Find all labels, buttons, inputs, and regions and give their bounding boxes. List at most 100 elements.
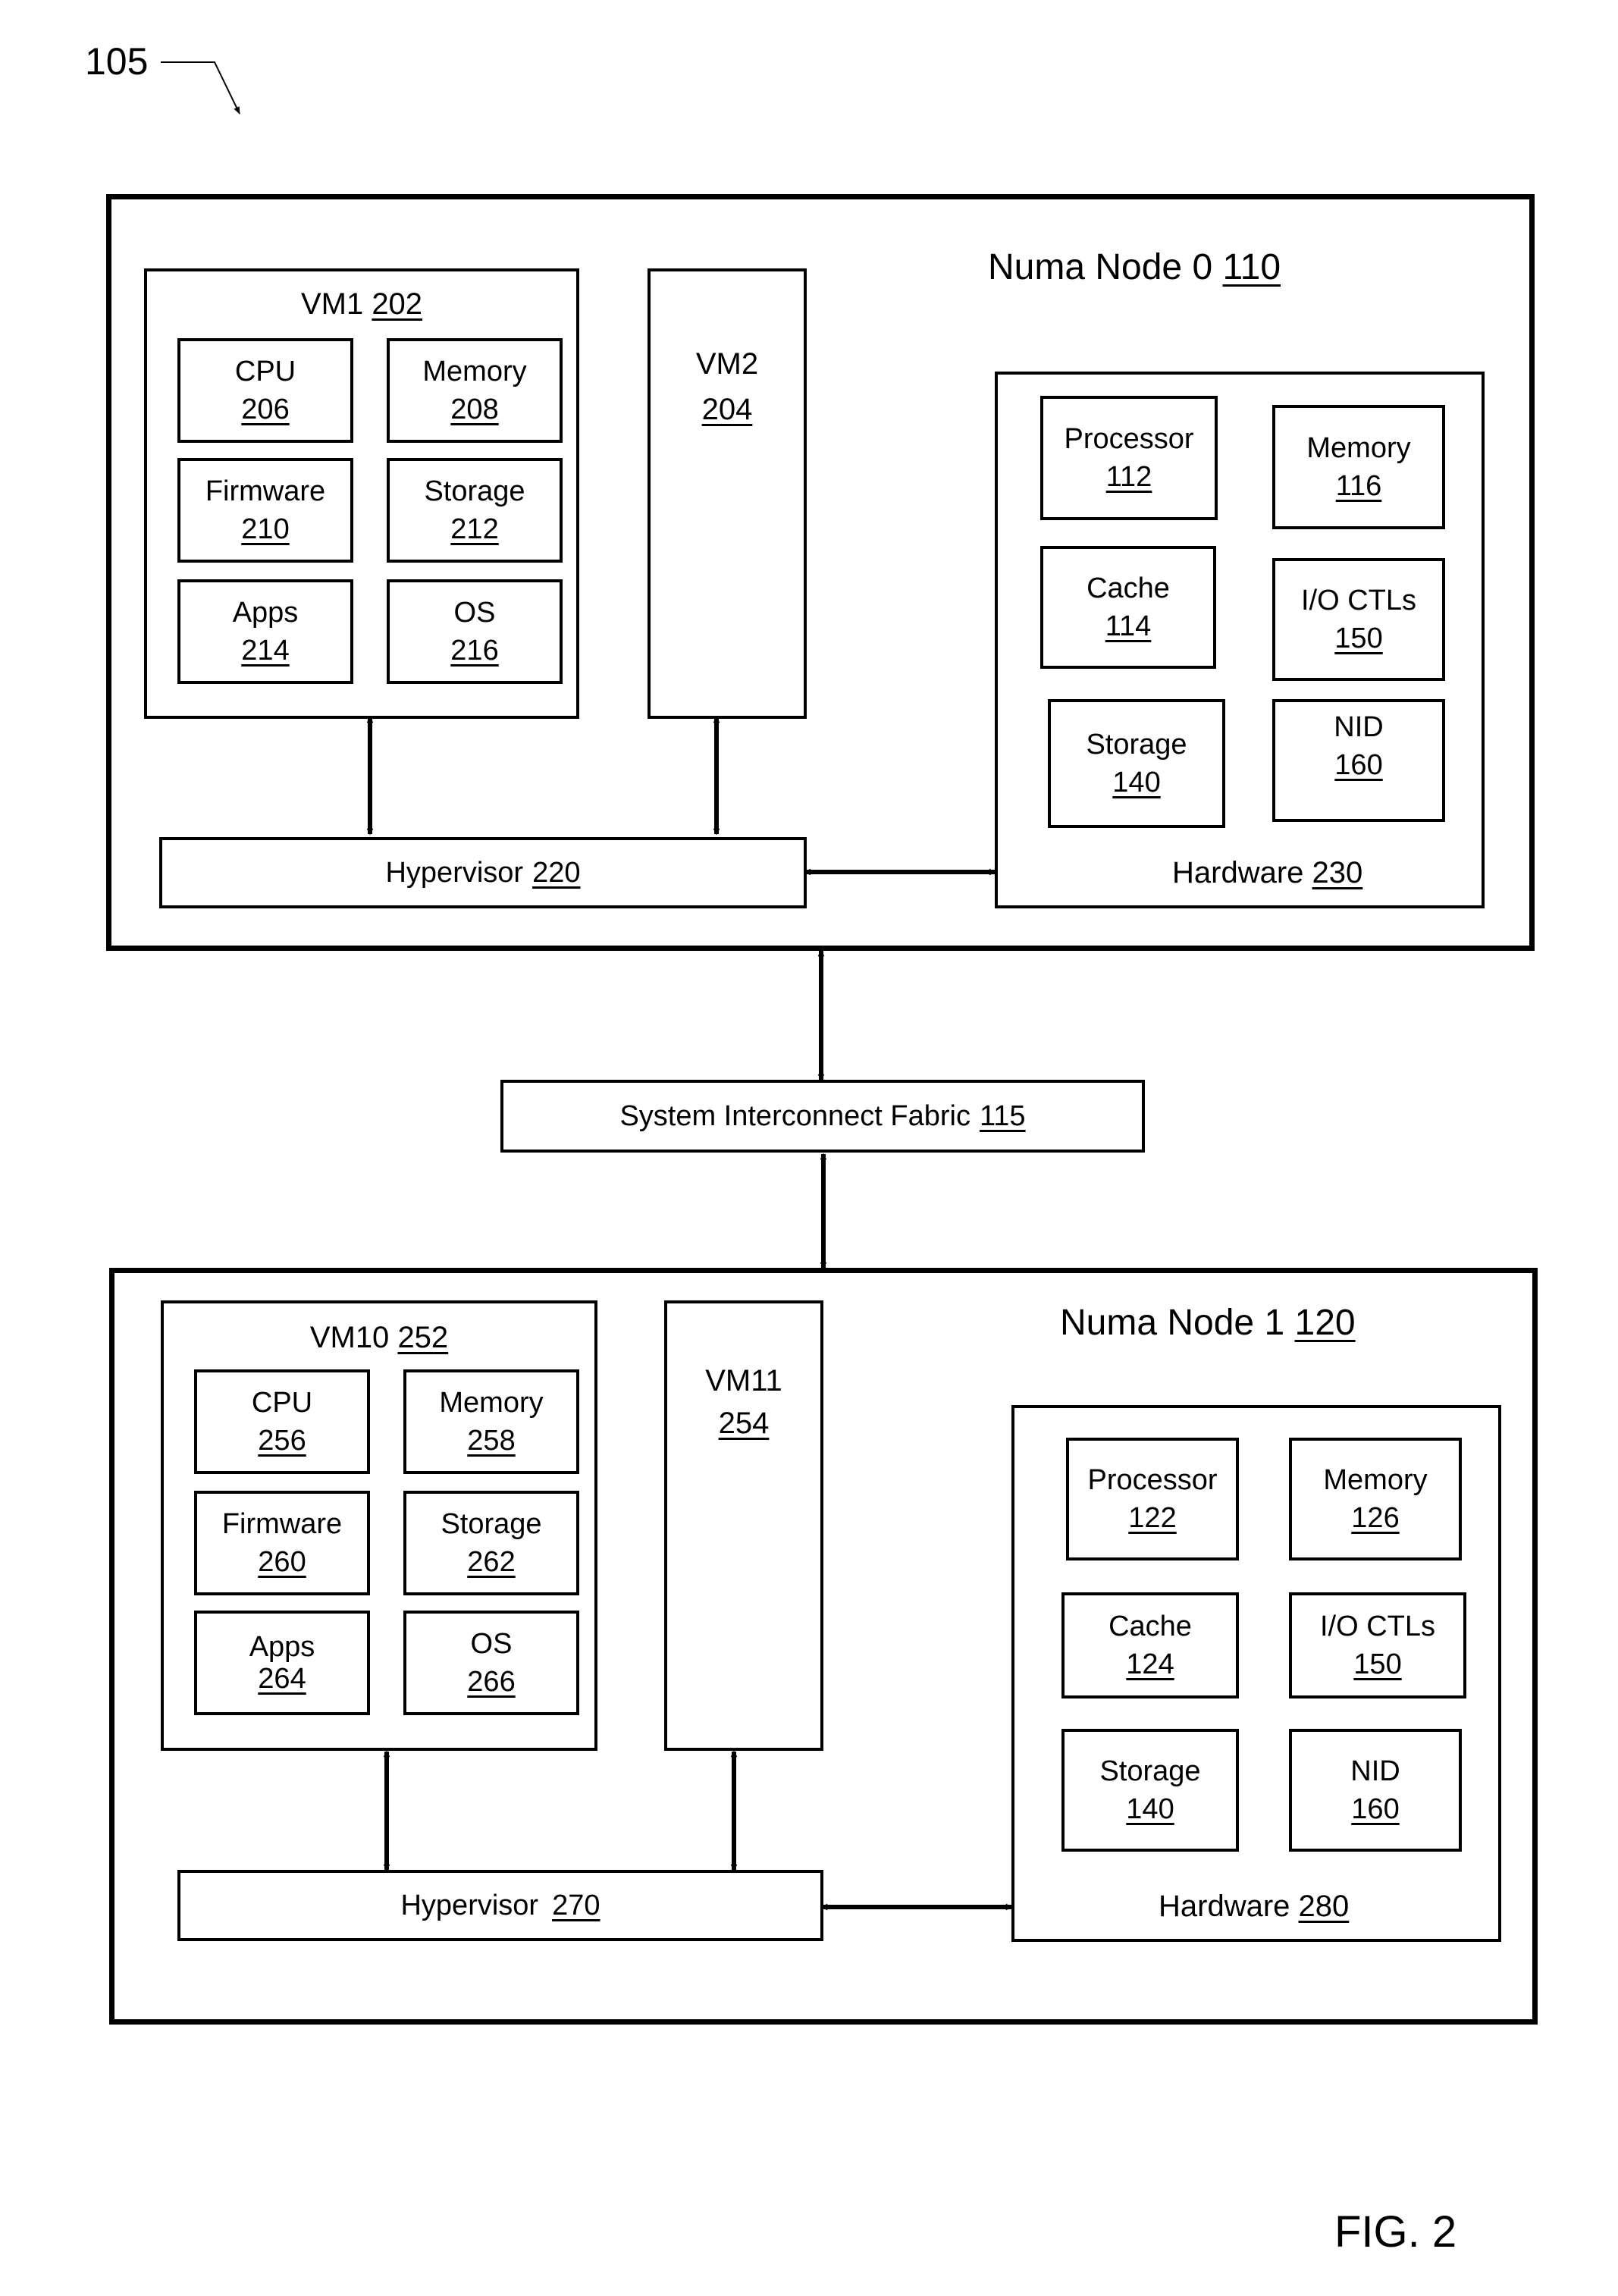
component-ref: 266: [467, 1666, 516, 1698]
component-name: Firmware: [221, 1508, 343, 1540]
hw1-nid: NID 160: [1289, 1729, 1462, 1852]
vm1-ref: 202: [372, 287, 423, 321]
component-name: Storage: [1086, 729, 1187, 761]
hypervisor-270: Hypervisor 270: [177, 1870, 823, 1941]
vm2-name: VM2: [695, 347, 759, 381]
component-name: Apps: [249, 1631, 315, 1663]
vm10-cpu: CPU 256: [194, 1369, 370, 1474]
hw1-io-ctls: I/O CTLs 150: [1289, 1592, 1466, 1698]
component-ref: 216: [450, 635, 499, 667]
vm1-os: OS 216: [387, 579, 563, 684]
component-name: Memory: [422, 356, 527, 387]
numa-node-1-title: Numa Node 1 120: [1060, 1302, 1356, 1344]
hw0-memory: Memory 116: [1272, 405, 1445, 529]
component-ref: 262: [467, 1546, 516, 1578]
vm2-title: VM2 204: [651, 341, 804, 432]
component-ref: 206: [241, 394, 290, 425]
component-name: Apps: [232, 597, 299, 629]
reference-leader-arrow: [161, 61, 240, 114]
hardware-ref: 280: [1298, 1890, 1350, 1923]
component-ref: 208: [450, 394, 499, 425]
vm2-ref: 204: [701, 393, 753, 426]
numa-node-0-title: Numa Node 0 110: [988, 246, 1281, 288]
hypervisor-220: Hypervisor 220: [159, 837, 807, 908]
vm11-title: VM11 254: [667, 1360, 820, 1444]
vm10-os: OS 266: [403, 1611, 579, 1715]
hw0-nid: NID 160: [1272, 699, 1445, 822]
numa-node-1-ref: 120: [1294, 1303, 1356, 1343]
hypervisor-name: Hypervisor: [385, 857, 524, 889]
fabric-ref: 115: [979, 1100, 1026, 1132]
component-name: Storage: [424, 475, 525, 507]
component-name: Memory: [1323, 1464, 1428, 1496]
vm10-firmware: Firmware 260: [194, 1491, 370, 1595]
vm10-storage: Storage 262: [403, 1491, 579, 1595]
vm1-memory: Memory 208: [387, 338, 563, 443]
component-ref: 212: [450, 513, 499, 545]
vm1-name: VM1: [300, 287, 364, 321]
hw1-cache: Cache 124: [1061, 1592, 1239, 1698]
vm1-title: VM1 202: [147, 285, 576, 323]
hardware-name: Hardware: [1159, 1890, 1290, 1923]
component-name: CPU: [234, 356, 296, 387]
vm1-storage: Storage 212: [387, 458, 563, 563]
fabric-name: System Interconnect Fabric: [619, 1100, 970, 1132]
figure-reference-label: 105: [85, 40, 149, 83]
component-ref: 114: [1105, 610, 1152, 642]
component-ref: 260: [258, 1546, 306, 1578]
component-name: NID: [1350, 1755, 1400, 1787]
component-ref: 160: [1351, 1793, 1400, 1825]
component-name: Processor: [1087, 1464, 1218, 1496]
hypervisor-ref: 270: [552, 1890, 600, 1921]
hardware-230-title: Hardware 230: [1172, 854, 1362, 892]
vm10-ref: 252: [397, 1321, 449, 1354]
hw1-storage: Storage 140: [1061, 1729, 1239, 1852]
component-ref: 258: [467, 1425, 516, 1457]
hw0-cache: Cache 114: [1040, 546, 1216, 669]
component-ref: 150: [1353, 1648, 1402, 1680]
vm11-ref: 254: [718, 1407, 770, 1440]
component-name: Storage: [441, 1508, 542, 1540]
component-name: Firmware: [205, 475, 326, 507]
component-ref: 116: [1335, 470, 1382, 502]
component-name: I/O CTLs: [1300, 585, 1417, 616]
vm1-firmware: Firmware 210: [177, 458, 353, 563]
component-name: Processor: [1064, 423, 1194, 455]
component-ref: 264: [258, 1663, 306, 1695]
hw1-processor: Processor 122: [1066, 1438, 1239, 1560]
component-ref: 214: [241, 635, 290, 667]
component-name: Cache: [1087, 572, 1170, 604]
component-name: OS: [453, 597, 496, 629]
component-ref: 140: [1112, 767, 1161, 798]
component-ref: 140: [1126, 1793, 1174, 1825]
hypervisor-name: Hypervisor: [400, 1890, 539, 1921]
system-interconnect-fabric: System Interconnect Fabric 115: [500, 1080, 1145, 1153]
hardware-ref: 230: [1312, 856, 1363, 889]
component-name: NID: [1334, 711, 1384, 743]
hypervisor-ref: 220: [532, 857, 581, 889]
component-name: CPU: [251, 1387, 313, 1419]
hw0-io-ctls: I/O CTLs 150: [1272, 558, 1445, 681]
component-name: OS: [470, 1628, 513, 1660]
vm1-apps: Apps 214: [177, 579, 353, 684]
component-ref: 160: [1334, 749, 1383, 781]
numa-node-1-name: Numa Node 1: [1060, 1303, 1285, 1343]
component-name: I/O CTLs: [1319, 1611, 1436, 1642]
vm10-name: VM10: [309, 1321, 390, 1354]
hardware-280-title: Hardware 280: [1159, 1887, 1349, 1925]
figure-caption: FIG. 2: [1334, 2207, 1457, 2257]
component-name: Memory: [1306, 432, 1411, 464]
component-ref: 122: [1128, 1502, 1177, 1534]
vm2-box: VM2 204: [648, 268, 807, 719]
vm11-name: VM11: [705, 1364, 782, 1397]
component-name: Cache: [1108, 1611, 1192, 1642]
component-name: Memory: [439, 1387, 544, 1419]
vm10-title: VM10 252: [164, 1319, 594, 1357]
component-ref: 256: [258, 1425, 306, 1457]
hw0-storage: Storage 140: [1048, 699, 1225, 828]
hw0-processor: Processor 112: [1040, 396, 1218, 520]
component-ref: 124: [1126, 1648, 1174, 1680]
component-ref: 126: [1351, 1502, 1400, 1534]
vm11-box: VM11 254: [664, 1300, 823, 1751]
component-ref: 210: [241, 513, 290, 545]
